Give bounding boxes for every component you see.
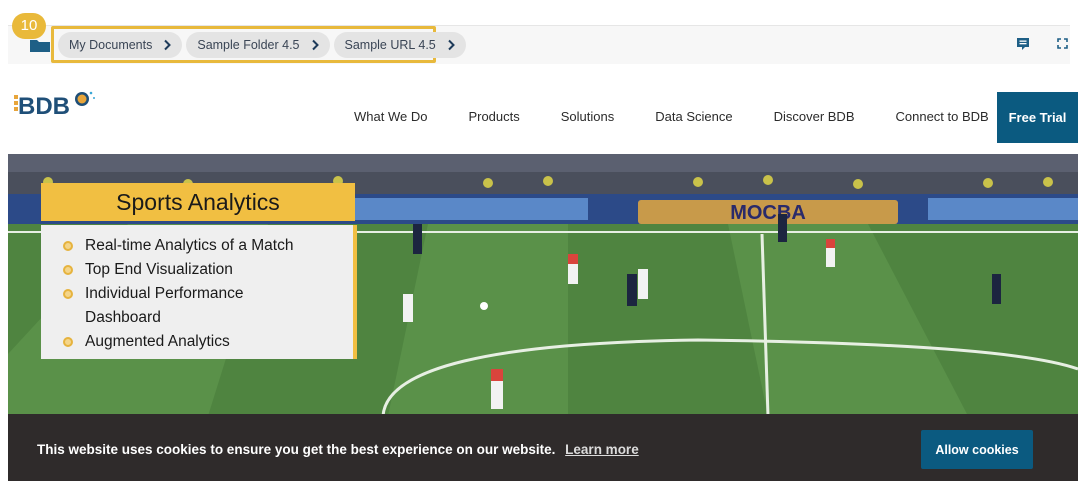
feature-text: Real-time Analytics of a Match: [85, 237, 294, 254]
list-item: Augmented Analytics: [63, 330, 353, 354]
bdb-logo[interactable]: BDB: [12, 89, 107, 119]
nav-link-what-we-do[interactable]: What We Do: [354, 109, 427, 124]
breadcrumb: My Documents Sample Folder 4.5 Sample UR…: [58, 32, 466, 58]
chevron-right-icon: [311, 39, 319, 51]
bullet-icon: [63, 241, 73, 251]
breadcrumb-item-sample-url[interactable]: Sample URL 4.5: [333, 32, 466, 58]
list-item: Real-time Analytics of a Match: [63, 234, 353, 258]
feature-text: Augmented Analytics: [85, 333, 230, 350]
allow-cookies-button[interactable]: Allow cookies: [921, 430, 1033, 469]
site-navigation: BDB What We Do Products Solutions Data S…: [8, 79, 1078, 154]
svg-text:BDB: BDB: [18, 93, 70, 119]
cookie-message-container: This website uses cookies to ensure you …: [37, 442, 639, 457]
cookie-banner: This website uses cookies to ensure you …: [8, 414, 1078, 481]
hero-title: Sports Analytics: [41, 183, 355, 221]
chevron-right-icon: [448, 39, 455, 51]
chevron-right-icon: [164, 39, 172, 51]
list-item: Individual Performance Dashboard: [63, 282, 283, 330]
feature-text: Individual Performance Dashboard: [85, 285, 244, 326]
nav-link-solutions[interactable]: Solutions: [561, 109, 614, 124]
breadcrumb-item-label: My Documents: [69, 38, 153, 52]
bullet-icon: [63, 337, 73, 347]
nav-links: What We Do Products Solutions Data Scien…: [342, 79, 989, 154]
free-trial-button[interactable]: Free Trial: [997, 92, 1078, 143]
hero-feature-list: Real-time Analytics of a Match Top End V…: [41, 225, 357, 359]
nav-link-products[interactable]: Products: [468, 109, 519, 124]
hero-banner: MOCBA Sports Analytics Real-time Analyti…: [8, 154, 1078, 416]
cookie-message: This website uses cookies to ensure you …: [37, 442, 556, 457]
bullet-icon: [63, 289, 73, 299]
breadcrumb-toolbar: My Documents Sample Folder 4.5 Sample UR…: [0, 0, 1078, 70]
breadcrumb-item-label: Sample Folder 4.5: [197, 38, 300, 52]
nav-link-data-science[interactable]: Data Science: [655, 109, 732, 124]
feature-text: Top End Visualization: [85, 261, 233, 278]
breadcrumb-item-sample-folder[interactable]: Sample Folder 4.5: [186, 32, 330, 58]
list-item: Top End Visualization: [63, 258, 353, 282]
learn-more-link[interactable]: Learn more: [565, 442, 639, 457]
step-number-badge: 10: [12, 13, 46, 39]
nav-link-connect-to-bdb[interactable]: Connect to BDB: [896, 109, 989, 124]
comment-icon[interactable]: [1016, 37, 1030, 51]
stadium-banner-text: MOCBA: [730, 202, 806, 224]
nav-link-discover-bdb[interactable]: Discover BDB: [774, 109, 855, 124]
bullet-icon: [63, 265, 73, 275]
folder-icon[interactable]: [29, 38, 51, 52]
breadcrumb-item-label: Sample URL 4.5: [344, 38, 436, 52]
breadcrumb-item-my-documents[interactable]: My Documents: [58, 32, 183, 58]
expand-icon[interactable]: [1057, 38, 1068, 49]
